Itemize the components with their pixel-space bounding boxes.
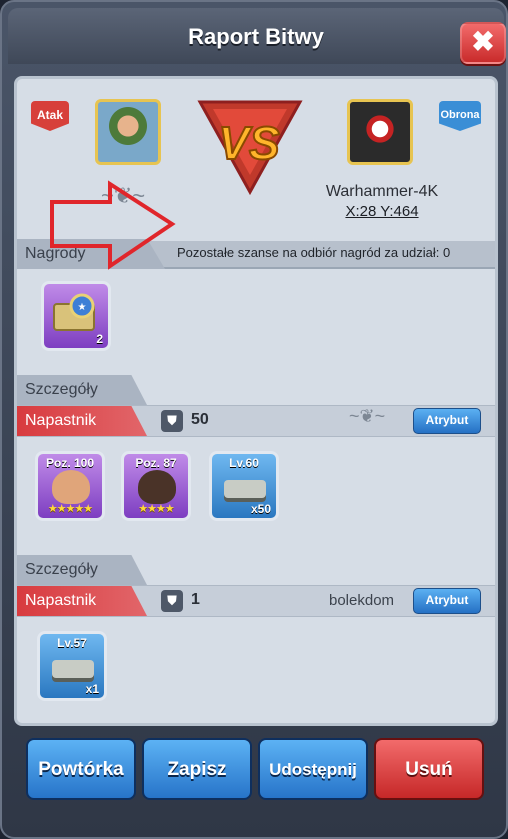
delete-button[interactable]: Usuń <box>374 738 484 800</box>
troop-unit-2[interactable]: Lv.57 x1 <box>37 631 107 701</box>
svg-text:★: ★ <box>78 302 87 313</box>
unit-label: Lv.57 <box>57 636 87 650</box>
reward-item[interactable]: ★ 2 <box>41 281 111 351</box>
attacker-role-2: Napastnik <box>17 586 147 616</box>
power-icon: ⛊ <box>161 590 183 612</box>
star-rating: ★★★★ <box>138 503 174 515</box>
defense-badge: Obrona <box>439 101 481 131</box>
attacker-bar-1: Napastnik ⛊ 50 ~❦~ Atrybut <box>17 405 495 437</box>
star-rating: ★★★★★ <box>47 503 93 515</box>
power-value-1: 50 <box>191 411 209 428</box>
defender-coordinates[interactable]: X:28 Y:464 <box>287 203 477 220</box>
power-value-2: 1 <box>191 591 200 608</box>
vs-emblem: VS <box>197 100 303 196</box>
hero-unit-2[interactable]: Poz. 87 ★★★★ <box>121 451 191 521</box>
unit-count: x50 <box>250 502 271 516</box>
attacker-role-1: Napastnik <box>17 406 147 436</box>
battle-report-window: Raport Bitwy ✖ Atak VS Obrona ~❦~ Warham… <box>0 0 508 839</box>
tank-icon <box>224 480 266 498</box>
unit-label: Poz. 100 <box>45 456 95 470</box>
player-name[interactable]: bolekdom <box>329 592 394 609</box>
troop-unit-1[interactable]: Lv.60 x50 <box>209 451 279 521</box>
window-title: Raport Bitwy <box>188 24 324 49</box>
defender-name: Warhammer-4K <box>325 183 439 200</box>
unit-label: Poz. 87 <box>135 456 177 470</box>
replay-button[interactable]: Powtórka <box>26 738 136 800</box>
reward-count: 2 <box>96 332 103 346</box>
defender-avatar[interactable] <box>347 99 413 165</box>
ornament-icon: ~❦~ <box>349 406 386 426</box>
tab-details-2: Szczegóły <box>17 555 147 585</box>
hero-unit-1[interactable]: Poz. 100 ★★★★★ <box>35 451 105 521</box>
hero-portrait-icon <box>52 470 90 504</box>
rewards-note: Pozostałe szanse na odbiór nagród za udz… <box>177 245 451 260</box>
attack-badge: Atak <box>31 101 69 131</box>
power-icon: ⛊ <box>161 410 183 432</box>
attribute-button-1[interactable]: Atrybut <box>413 408 481 434</box>
hero-portrait-icon <box>138 470 176 504</box>
save-button[interactable]: Zapisz <box>142 738 252 800</box>
unit-count: x1 <box>85 682 99 696</box>
highlight-arrow-icon <box>50 180 176 270</box>
attacker-avatar[interactable] <box>95 99 161 165</box>
vs-label: VS <box>218 117 280 169</box>
share-button[interactable]: Udostępnij <box>258 738 368 800</box>
report-panel: Atak VS Obrona ~❦~ Warhammer-4K X:28 Y:4… <box>14 76 498 726</box>
tab-details-1: Szczegóły <box>17 375 147 405</box>
attribute-button-2[interactable]: Atrybut <box>413 588 481 614</box>
title-bar: Raport Bitwy ✖ <box>8 8 506 64</box>
close-button[interactable]: ✖ <box>460 22 506 64</box>
unit-label: Lv.60 <box>229 456 259 470</box>
attacker-bar-2: Napastnik ⛊ 1 bolekdom Atrybut <box>17 585 495 617</box>
tank-icon <box>52 660 94 678</box>
